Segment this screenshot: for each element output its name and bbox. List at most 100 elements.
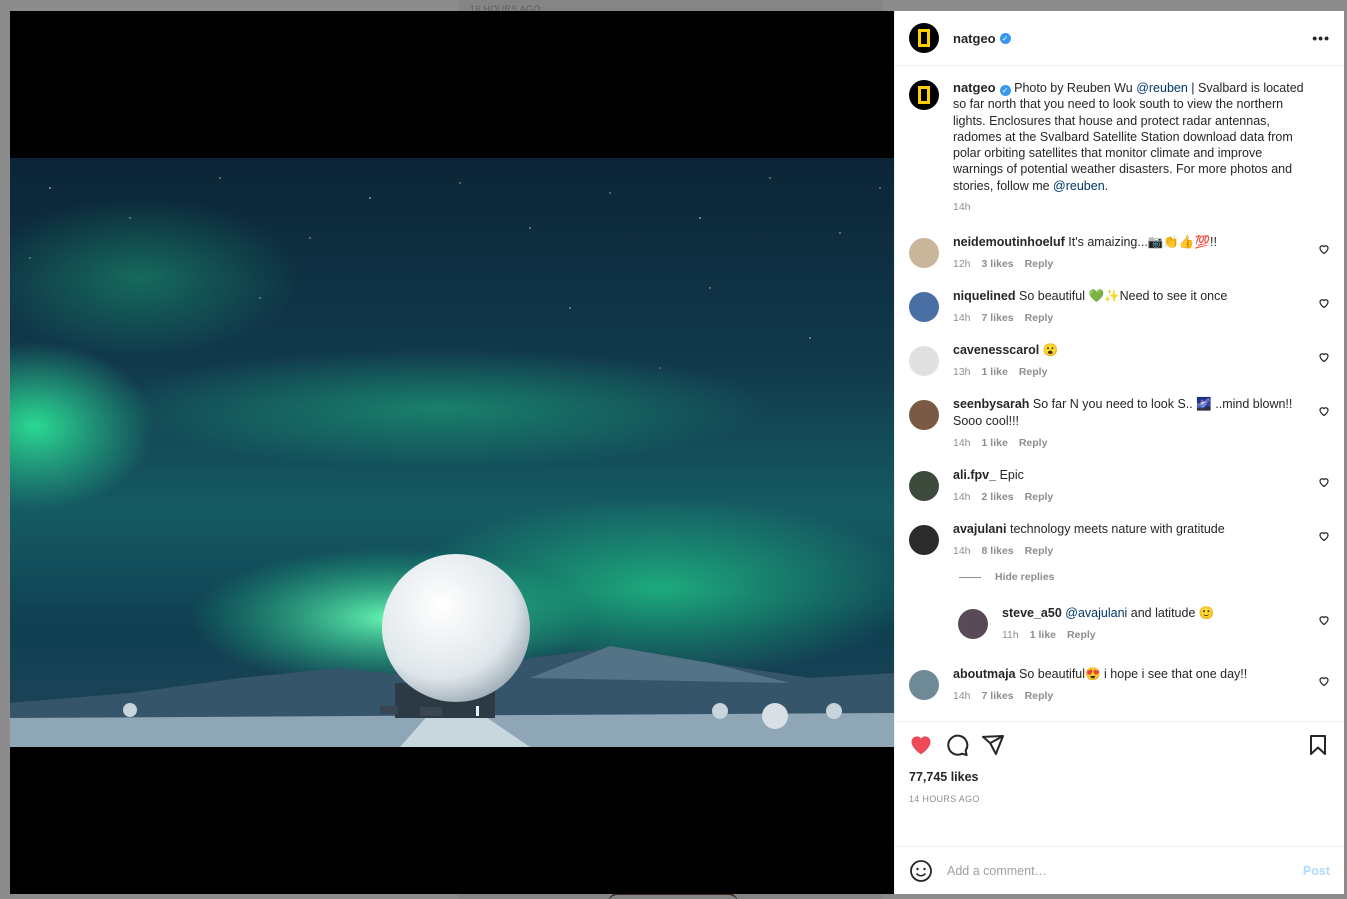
caption-username[interactable]: natgeo [953, 80, 996, 95]
post-comment-button[interactable]: Post [1303, 864, 1330, 878]
post-header: natgeo ✓ ••• [895, 11, 1344, 66]
caption-mention[interactable]: @reuben [1136, 81, 1188, 95]
comment-icon[interactable] [945, 733, 969, 757]
more-options-icon[interactable]: ••• [1312, 30, 1330, 46]
comment-username[interactable]: seenbysarah [953, 397, 1029, 411]
comment-seenbysarah: seenbysarah So far N you need to look S.… [909, 396, 1330, 449]
comment-text: technology meets nature with gratitude [1009, 522, 1225, 537]
caption-avatar[interactable] [909, 80, 939, 110]
heart-filled-icon[interactable] [909, 733, 933, 757]
post-modal: natgeo ✓ ••• natgeo ✓ Photo by Reuben Wu … [10, 11, 1344, 894]
comment-avatar[interactable] [909, 400, 939, 431]
comment-username[interactable]: niquelined [953, 289, 1016, 303]
comment-heart-icon[interactable] [1318, 405, 1330, 417]
post-actions: 77,745 likes 14 HOURS AGO [895, 721, 1344, 846]
comment-time[interactable]: 11h [1002, 629, 1019, 641]
reply-button[interactable]: Reply [1025, 491, 1054, 503]
comment-avatar[interactable] [909, 670, 939, 701]
natgeo-logo-icon [918, 29, 930, 47]
comment-likes[interactable]: 7 likes [982, 312, 1014, 324]
comment-avatar[interactable] [958, 609, 988, 640]
comment-username[interactable]: cavenesscarol [953, 343, 1039, 357]
comment-text: So beautiful 💚✨Need to see it once [1018, 289, 1228, 304]
likes-count[interactable]: 77,745 likes [909, 770, 1330, 784]
comment-heart-icon[interactable] [1318, 614, 1330, 626]
hide-replies-button[interactable]: Hide replies [959, 571, 1330, 583]
caption-time[interactable]: 14h [953, 201, 971, 213]
comment-heart-icon[interactable] [1318, 675, 1330, 687]
post-time-ago[interactable]: 14 HOURS AGO [909, 794, 1330, 804]
comment-time[interactable]: 14h [953, 437, 971, 449]
comment-heart-icon[interactable] [1318, 351, 1330, 363]
comment-likes[interactable]: 3 likes [982, 258, 1014, 270]
comment-username[interactable]: neidemoutinhoeluf [953, 235, 1065, 249]
comment-likes[interactable]: 2 likes [982, 491, 1014, 503]
natgeo-avatar[interactable] [909, 23, 939, 53]
comment-niquelined: niquelined So beautiful 💚✨Need to see it… [909, 288, 1330, 324]
comment-aboutmaja: aboutmaja So beautiful😍 i hope i see tha… [909, 666, 1330, 702]
reply-mention[interactable]: @avajulani [1065, 606, 1127, 620]
comment-cavenesscarol: cavenesscarol 😮 13h 1 like Reply [909, 342, 1330, 378]
hide-replies-line [959, 576, 981, 578]
reply-comment: steve_a50 @avajulani and latitude 🙂 11h … [958, 605, 1330, 641]
comment-neidemoutinhoeluf: neidemoutinhoeluf It's amaizing...📷👏👍💯!!… [909, 234, 1330, 270]
emoji-icon[interactable] [909, 859, 933, 883]
comment-username[interactable]: aboutmaja [953, 667, 1016, 681]
reply-button[interactable]: Reply [1025, 690, 1054, 702]
comment-heart-icon[interactable] [1318, 243, 1330, 255]
comments-list: natgeo ✓ Photo by Reuben Wu @reuben | Sva… [895, 66, 1344, 721]
comment-text: It's amaizing...📷👏👍💯!! [1068, 235, 1217, 250]
reply-button[interactable]: Reply [1019, 437, 1048, 449]
comment-time[interactable]: 14h [953, 690, 971, 702]
verified-badge-icon: ✓ [999, 85, 1011, 96]
comment-time[interactable]: 14h [953, 545, 971, 557]
comment-likes[interactable]: 1 like [1030, 629, 1056, 641]
comment-likes[interactable]: 8 likes [982, 545, 1014, 557]
comment-heart-icon[interactable] [1318, 530, 1330, 542]
comment-time[interactable]: 13h [953, 366, 971, 378]
comment-heart-icon[interactable] [1318, 297, 1330, 309]
comment-username[interactable]: avajulani [953, 522, 1007, 536]
share-icon[interactable] [981, 733, 1005, 757]
comment-username[interactable]: steve_a50 [1002, 606, 1062, 620]
bookmark-icon[interactable] [1306, 733, 1330, 757]
verified-badge-icon: ✓ [999, 32, 1011, 44]
post-caption: natgeo ✓ Photo by Reuben Wu @reuben | Sva… [909, 80, 1330, 213]
comment-likes[interactable]: 7 likes [982, 690, 1014, 702]
reply-button[interactable]: Reply [1019, 366, 1048, 378]
aurora-photo-illustration [10, 177, 894, 747]
caption-text-2: | Svalbard is located so far north that … [953, 81, 1304, 193]
natgeo-logo-icon [918, 86, 930, 104]
hide-replies-label: Hide replies [995, 571, 1055, 584]
comment-text: and latitude 🙂 [1127, 606, 1215, 621]
comment-text: 😮 [1042, 343, 1059, 358]
comment-avatar[interactable] [909, 238, 939, 269]
caption-text-end: . [1104, 178, 1109, 193]
add-comment-bar: Post [895, 846, 1344, 894]
reply-button[interactable]: Reply [1025, 258, 1054, 270]
comment-input[interactable] [947, 863, 1303, 878]
post-photo[interactable] [10, 158, 894, 747]
comment-heart-icon[interactable] [1318, 476, 1330, 488]
comment-ali-fpv-: ali.fpv_ Epic 14h 2 likes Reply [909, 467, 1330, 503]
comment-time[interactable]: 14h [953, 312, 971, 324]
header-username[interactable]: natgeo [953, 31, 996, 46]
caption-mention-2[interactable]: @reuben [1053, 179, 1105, 193]
comment-time[interactable]: 12h [953, 258, 971, 270]
comment-likes[interactable]: 1 like [982, 437, 1008, 449]
comment-avajulani: avajulani technology meets nature with g… [909, 521, 1330, 557]
post-media [10, 11, 894, 894]
reply-button[interactable]: Reply [1025, 545, 1054, 557]
comment-avatar[interactable] [909, 292, 939, 323]
comment-username[interactable]: ali.fpv_ [953, 468, 996, 482]
comment-avatar[interactable] [909, 525, 939, 556]
comment-avatar[interactable] [909, 346, 939, 377]
comment-avatar[interactable] [909, 471, 939, 502]
comment-likes[interactable]: 1 like [982, 366, 1008, 378]
comment-time[interactable]: 14h [953, 491, 971, 503]
caption-text: Photo by Reuben Wu [1014, 81, 1137, 95]
comment-text: So beautiful😍 i hope i see that one day!… [1019, 667, 1248, 682]
reply-button[interactable]: Reply [1067, 629, 1096, 641]
comment-text: Epic [999, 468, 1024, 483]
reply-button[interactable]: Reply [1025, 312, 1054, 324]
